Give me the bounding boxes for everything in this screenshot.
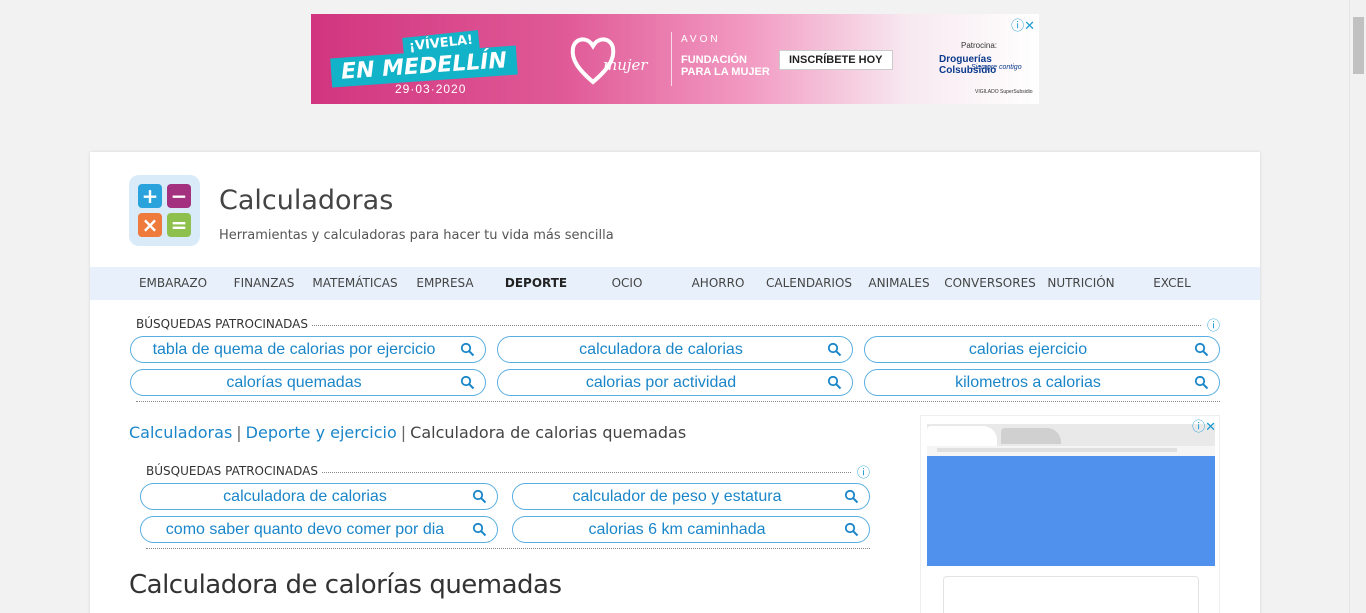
nav-item-empresa[interactable]: EMPRESA [416, 267, 473, 300]
search-pill-label: como saber quanto devo comer por dia [165, 521, 445, 538]
sponsored-dotted-line [321, 472, 851, 473]
nav-item-ocio[interactable]: OCIO [612, 267, 643, 300]
sponsored-bottom-line [136, 401, 1220, 402]
search-pill-label: calorias por actividad [585, 374, 737, 391]
ad-sponsor-tagline: Siempre contigo [971, 64, 1022, 71]
sponsored-search-pill[interactable]: calorias 6 km caminhada [512, 516, 870, 543]
search-pill-label: calculadora de calorias [223, 488, 387, 505]
sponsored-searches-top: BÚSQUEDAS PATROCINADAS ⓘ tabla de quema … [130, 317, 1220, 403]
sponsored-search-pill[interactable]: kilometros a calorias [864, 369, 1220, 396]
search-pill-label: calorias ejercicio [968, 341, 1088, 358]
sponsored-label: BÚSQUEDAS PATROCINADAS [136, 317, 308, 331]
main-card: + − × = Calculadoras Herramientas y calc… [90, 152, 1260, 613]
breadcrumb: Calculadoras | Deporte y ejercicio | Calcula… [129, 423, 686, 442]
sponsored-search-pill[interactable]: calculadora de calorias [140, 483, 498, 510]
search-pill-label: calculadora de calorias [579, 341, 743, 358]
breadcrumb-category-link[interactable]: Deporte y ejercicio [246, 423, 397, 442]
ad-mujer-text: mujer [603, 56, 648, 74]
ad-vigilado-text: VIGILADO SuperSubsidio [975, 89, 1033, 95]
side-ad[interactable]: ⓘ✕ [920, 415, 1220, 613]
nav-item-finanzas[interactable]: FINANZAS [234, 267, 295, 300]
search-icon [460, 375, 475, 390]
page-title: Calculadora de calorías quemadas [129, 570, 562, 600]
ad-divider [671, 32, 672, 86]
sponsored-header: BÚSQUEDAS PATROCINADAS ⓘ [136, 315, 1220, 334]
ad-address-bar [937, 448, 1177, 452]
breadcrumb-current: Calculadora de calorias quemadas [410, 423, 687, 442]
equals-icon: = [167, 213, 191, 237]
search-icon [472, 522, 487, 537]
sponsored-search-pill[interactable]: calculador de peso y estatura [512, 483, 870, 510]
ad-browser-tab [927, 426, 997, 446]
nav-item-calendarios[interactable]: CALENDARIOS [766, 267, 852, 300]
search-pill-label: calorias 6 km caminhada [588, 521, 766, 538]
nav-item-excel[interactable]: EXCEL [1153, 267, 1191, 300]
search-pill-label: calculador de peso y estatura [572, 488, 782, 505]
multiply-icon: × [138, 213, 162, 237]
site-title[interactable]: Calculadoras [219, 185, 393, 216]
search-icon [844, 522, 859, 537]
sponsored-dotted-line [311, 325, 1201, 326]
ad-card-block [943, 576, 1199, 613]
nav-item-nutricion[interactable]: NUTRICIÓN [1047, 267, 1114, 300]
sponsored-header: BÚSQUEDAS PATROCINADAS ⓘ [146, 462, 870, 481]
site-logo[interactable]: + − × = [129, 175, 200, 246]
breadcrumb-home-link[interactable]: Calculadoras [129, 423, 232, 442]
minus-icon: − [167, 184, 191, 208]
sponsored-search-pill[interactable]: calorias por actividad [497, 369, 853, 396]
search-pill-label: calorías quemadas [226, 374, 362, 391]
search-icon [472, 489, 487, 504]
sponsored-search-pill[interactable]: calculadora de calorias [497, 336, 853, 363]
info-icon[interactable]: ⓘ [851, 462, 870, 481]
top-banner-ad[interactable]: ¡VÍVELA! EN MEDELLÍN 29·03·2020 mujer AV… [311, 14, 1039, 104]
search-icon [827, 375, 842, 390]
nav-item-conversores[interactable]: CONVERSORES [944, 267, 1036, 300]
breadcrumb-separator: | [236, 423, 242, 442]
plus-icon: + [138, 184, 162, 208]
nav-item-matematicas[interactable]: MATEMÁTICAS [312, 267, 397, 300]
search-icon [827, 342, 842, 357]
site-tagline: Herramientas y calculadoras para hacer t… [219, 228, 614, 243]
ad-browser-tab [1001, 428, 1061, 444]
search-icon [844, 489, 859, 504]
sponsored-bottom-line [146, 548, 870, 549]
category-nav: EMBARAZO FINANZAS MATEMÁTICAS EMPRESA DE… [90, 267, 1260, 300]
sponsored-search-pill[interactable]: como saber quanto devo comer por dia [140, 516, 498, 543]
nav-item-embarazo[interactable]: EMBARAZO [139, 267, 207, 300]
ad-image-block [927, 456, 1215, 566]
sponsored-label: BÚSQUEDAS PATROCINADAS [146, 464, 318, 478]
sponsored-search-pill[interactable]: tabla de quema de calorias por ejercicio [130, 336, 486, 363]
search-icon [1194, 342, 1209, 357]
scrollbar-thumb[interactable] [1353, 17, 1364, 74]
info-icon[interactable]: ⓘ [1201, 315, 1220, 334]
ad-avon-text: AVON [681, 34, 721, 45]
sponsored-search-pill[interactable]: calorías quemadas [130, 369, 486, 396]
ad-date-text: 29·03·2020 [395, 82, 467, 96]
ad-signup-button[interactable]: INSCRÍBETE HOY [779, 50, 893, 70]
nav-item-deporte[interactable]: DEPORTE [505, 267, 567, 300]
ad-sponsor-label: Patrocina: [961, 41, 998, 50]
ad-info-close-icon[interactable]: ⓘ✕ [1192, 416, 1216, 435]
sponsored-search-pill[interactable]: calorias ejercicio [864, 336, 1220, 363]
search-icon [460, 342, 475, 357]
search-pill-label: tabla de quema de calorias por ejercicio [152, 341, 436, 358]
nav-item-ahorro[interactable]: AHORRO [692, 267, 745, 300]
nav-item-animales[interactable]: ANIMALES [868, 267, 929, 300]
search-icon [1194, 375, 1209, 390]
search-pill-label: kilometros a calorias [955, 374, 1101, 391]
ad-fundacion-text: FUNDACIÓN PARA LA MUJER [681, 54, 770, 78]
sponsored-searches-inner: BÚSQUEDAS PATROCINADAS ⓘ calculadora de … [140, 464, 870, 550]
breadcrumb-separator: | [400, 423, 407, 442]
page-scrollbar[interactable] [1349, 0, 1366, 613]
ad-info-close-icon[interactable]: ⓘ✕ [1011, 15, 1035, 34]
